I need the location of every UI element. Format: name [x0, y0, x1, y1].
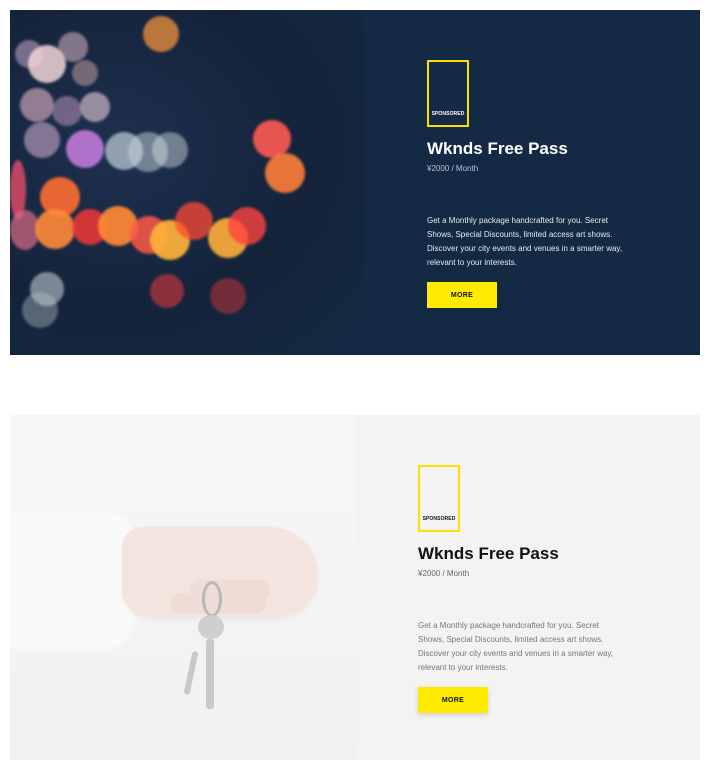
badge-label: SPONSORED — [422, 516, 456, 522]
key-ring — [202, 581, 222, 617]
more-button[interactable]: MORE — [418, 687, 488, 713]
badge-label: SPONSORED — [431, 111, 465, 117]
bokeh-city-lights-photo — [10, 10, 365, 355]
promo-price: ¥2000 / Month — [427, 164, 479, 173]
promo-title: Wknds Free Pass — [418, 544, 559, 563]
promo-title: Wknds Free Pass — [427, 139, 568, 158]
promo-price: ¥2000 / Month — [418, 569, 470, 578]
promo-card-light: SPONSORED Wknds Free Pass ¥2000 / Month … — [10, 415, 700, 760]
key-blade — [206, 639, 214, 709]
key-blade-2 — [183, 650, 199, 696]
promo-description: Get a Monthly package handcrafted for yo… — [427, 216, 623, 267]
hand-holding-keys-photo — [10, 415, 355, 760]
more-button[interactable]: MORE — [427, 282, 497, 308]
sleeve-shape — [10, 510, 140, 650]
promo-description: Get a Monthly package handcrafted for yo… — [418, 621, 614, 672]
sponsored-badge: SPONSORED — [427, 60, 469, 127]
key-head — [198, 615, 224, 639]
promo-card-dark: SPONSORED Wknds Free Pass ¥2000 / Month … — [10, 10, 700, 355]
sponsored-badge: SPONSORED — [418, 465, 460, 532]
